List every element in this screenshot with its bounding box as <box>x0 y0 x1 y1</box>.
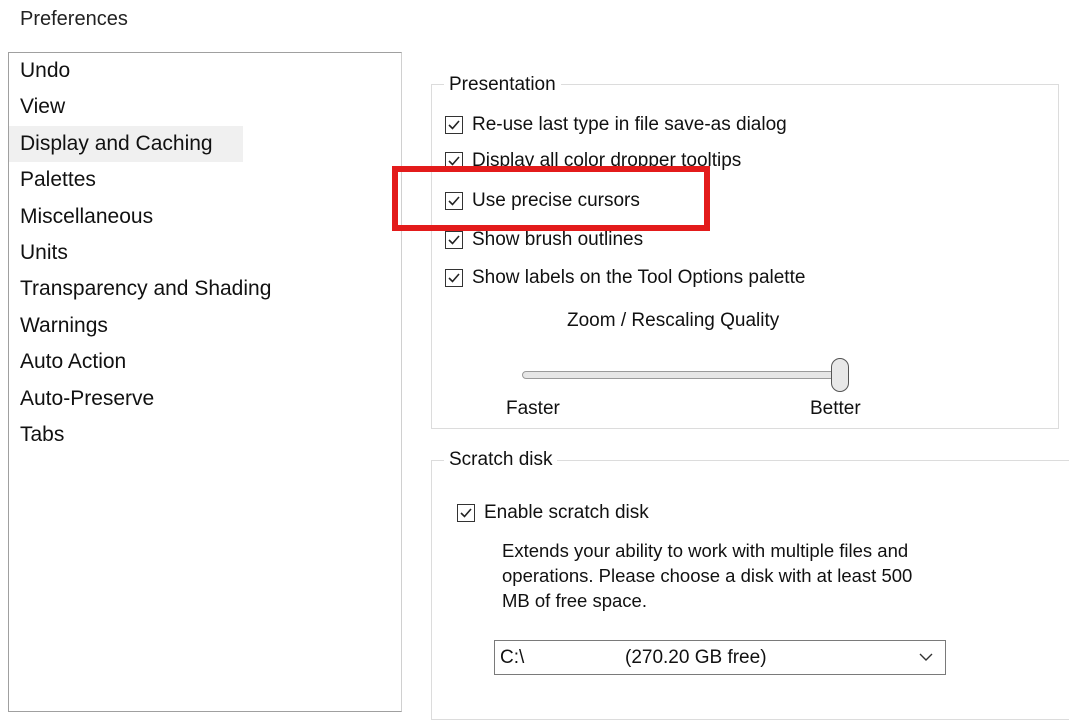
scratch-disk-description: Extends your ability to work with multip… <box>502 540 913 611</box>
scratch-disk-group-title: Scratch disk <box>444 449 558 471</box>
checkbox[interactable] <box>445 231 463 249</box>
chevron-down-icon <box>919 653 933 661</box>
category-units[interactable]: Units <box>9 235 401 271</box>
zoom-quality-slider[interactable] <box>522 371 840 379</box>
scratch-disk-select[interactable]: C:\ (270.20 GB free) <box>494 640 946 675</box>
window-title: Preferences <box>20 8 128 30</box>
option-tool-options-labels[interactable]: Show labels on the Tool Options palette <box>445 267 805 289</box>
option-label: Show brush outlines <box>472 229 644 250</box>
category-auto-preserve[interactable]: Auto-Preserve <box>9 381 401 417</box>
category-transparency-and-shading[interactable]: Transparency and Shading <box>9 271 401 307</box>
option-label: Show labels on the Tool Options palette <box>472 267 806 288</box>
category-list: Undo View Display and Caching Palettes M… <box>8 52 402 712</box>
option-brush-outlines[interactable]: Show brush outlines <box>445 229 643 251</box>
category-view[interactable]: View <box>9 89 401 125</box>
checkmark-icon <box>448 120 460 130</box>
checkbox[interactable] <box>445 269 463 287</box>
checkbox[interactable] <box>445 116 463 134</box>
checkmark-icon <box>448 235 460 245</box>
checkmark-icon <box>448 273 460 283</box>
presentation-group-title: Presentation <box>444 74 561 96</box>
option-reuse-last-type[interactable]: Re-use last type in file save-as dialog <box>445 114 787 136</box>
option-label: Enable scratch disk <box>484 502 649 523</box>
highlight-box <box>392 166 710 231</box>
category-miscellaneous[interactable]: Miscellaneous <box>9 199 401 235</box>
enable-scratch-disk[interactable]: Enable scratch disk <box>457 502 649 524</box>
category-undo[interactable]: Undo <box>9 53 401 89</box>
category-display-and-caching[interactable]: Display and Caching <box>9 125 243 163</box>
drive-free-space: (270.20 GB free) <box>625 646 767 668</box>
slider-min-label: Faster <box>506 398 560 419</box>
category-auto-action[interactable]: Auto Action <box>9 344 401 380</box>
category-warnings[interactable]: Warnings <box>9 308 401 344</box>
zoom-quality-label: Zoom / Rescaling Quality <box>567 310 780 331</box>
drive-letter: C:\ <box>500 646 525 668</box>
checkmark-icon <box>460 508 472 518</box>
option-label: Re-use last type in file save-as dialog <box>472 114 787 135</box>
category-palettes[interactable]: Palettes <box>9 162 401 198</box>
slider-max-label: Better <box>810 398 861 419</box>
checkbox[interactable] <box>457 504 475 522</box>
category-tabs[interactable]: Tabs <box>9 417 401 453</box>
slider-thumb[interactable] <box>831 358 849 392</box>
